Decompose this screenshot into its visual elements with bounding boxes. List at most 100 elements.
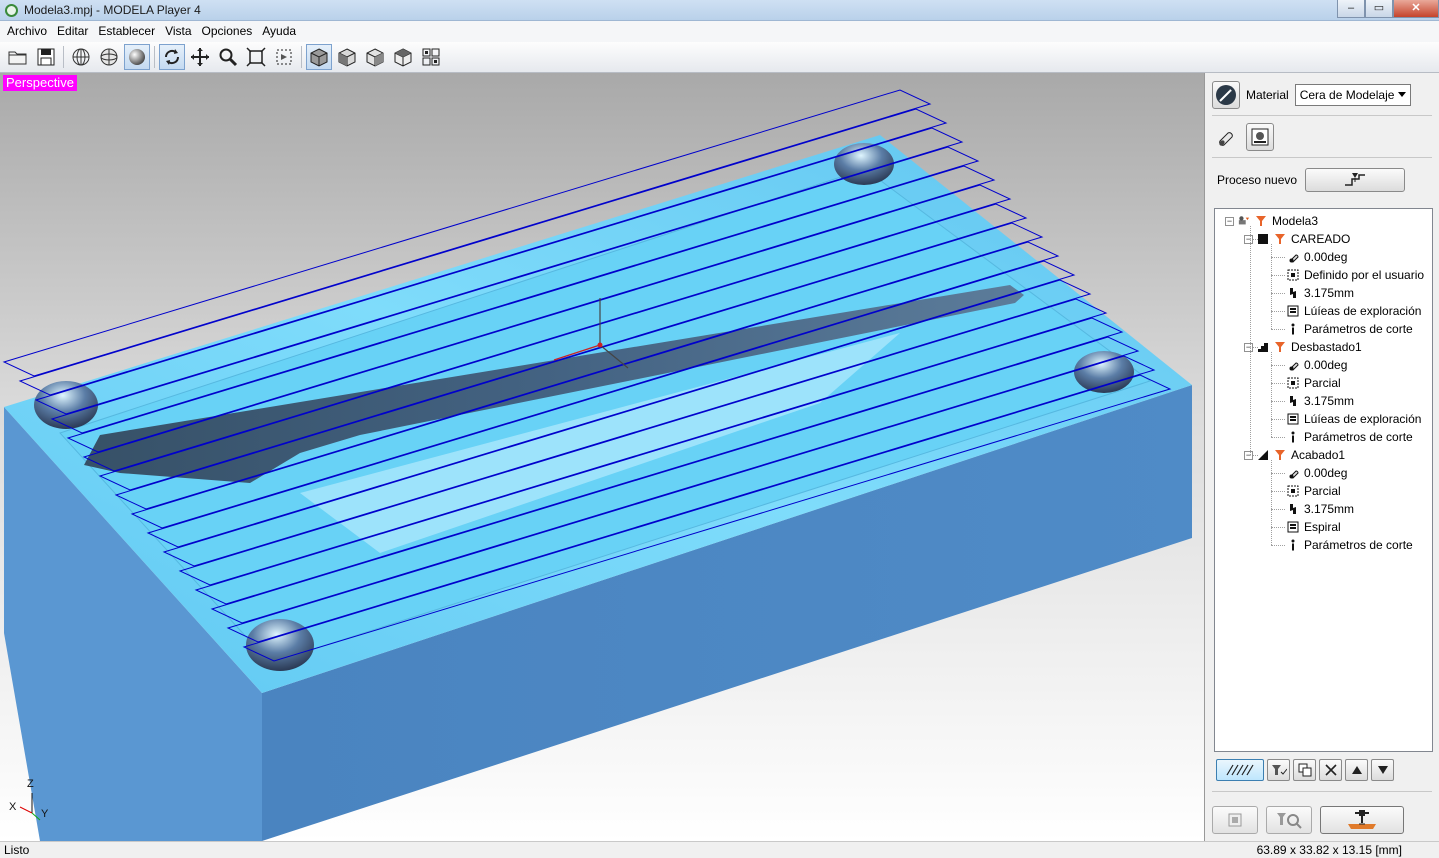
render-sphere-icon[interactable]: [124, 44, 150, 70]
material-row: Material Cera de Modelaje: [1212, 81, 1411, 109]
cylinder-icon[interactable]: [1212, 124, 1238, 150]
open-folder-icon[interactable]: [5, 44, 31, 70]
menu-editar[interactable]: Editar: [52, 21, 93, 42]
tool-icon: [1274, 341, 1286, 353]
menu-archivo[interactable]: Archivo: [2, 21, 52, 42]
tree-node-setting[interactable]: Parámetros de corte: [1287, 536, 1413, 554]
model-render[interactable]: Z X Y: [0, 73, 1205, 841]
menu-opciones[interactable]: Opciones: [197, 21, 258, 42]
tree-guide-line: [1271, 401, 1285, 402]
menu-ayuda[interactable]: Ayuda: [257, 21, 301, 42]
new-process-label: Proceso nuevo: [1217, 173, 1298, 187]
tree-node-setting[interactable]: Definido por el usuario: [1287, 266, 1424, 284]
menu-establecer[interactable]: Establecer: [93, 21, 160, 42]
view-top-icon[interactable]: [362, 44, 388, 70]
info-icon: [1287, 323, 1299, 335]
zoom-region-icon[interactable]: [271, 44, 297, 70]
tree-node-process[interactable]: − Acabado1: [1244, 446, 1345, 464]
corner-dome: [34, 381, 98, 429]
tree-node-label: Lúíeas de exploración: [1304, 412, 1422, 426]
tree-node-setting[interactable]: Parámetros de corte: [1287, 428, 1413, 446]
tree-node-setting[interactable]: 3.175mm: [1287, 392, 1354, 410]
zoom-icon[interactable]: [215, 44, 241, 70]
tree-node-setting[interactable]: 0.00deg: [1287, 248, 1347, 266]
window-title: Modela3.mpj - MODELA Player 4: [24, 3, 201, 17]
view-mode-label: Perspective: [3, 75, 77, 91]
preview-cut-button[interactable]: [1212, 806, 1258, 834]
tree-node-label: Modela3: [1272, 214, 1319, 228]
model-dimensions: 63.89 x 33.82 x 13.15 [mm]: [1256, 843, 1402, 857]
tree-node-setting[interactable]: Lúíeas de exploración: [1287, 302, 1421, 320]
tree-node-label: Espiral: [1304, 520, 1341, 534]
collapse-toggle[interactable]: −: [1225, 216, 1234, 226]
process-tree[interactable]: − Modela3 − CAREADO 0.00deg Definido por el u…: [1214, 208, 1433, 752]
menu-vista[interactable]: Vista: [160, 21, 196, 42]
tree-node-label: 0.00deg: [1304, 358, 1348, 372]
bit-icon: [1287, 395, 1299, 407]
tree-node-setting[interactable]: Espiral: [1287, 518, 1341, 536]
tree-node-setting[interactable]: Lúíeas de exploración: [1287, 410, 1421, 428]
wireframe-icon[interactable]: [68, 44, 94, 70]
new-process-button[interactable]: [1305, 168, 1405, 192]
tree-node-setting[interactable]: 3.175mm: [1287, 284, 1354, 302]
minimize-button[interactable]: ‒: [1337, 0, 1365, 18]
tree-node-label: Parámetros de corte: [1304, 322, 1413, 336]
finishing-icon: [1257, 449, 1269, 461]
info-icon: [1287, 431, 1299, 443]
tool-select-button[interactable]: [1212, 81, 1240, 109]
model-view-button[interactable]: [1246, 123, 1274, 151]
corner-dome: [1074, 351, 1134, 393]
simulate-button[interactable]: [1266, 806, 1312, 834]
rotate-icon[interactable]: [159, 44, 185, 70]
edit-process-button[interactable]: [1267, 759, 1290, 781]
pan-icon[interactable]: [187, 44, 213, 70]
area-icon: [1287, 377, 1299, 389]
tree-guide-line: [1271, 491, 1285, 492]
tree-node-root[interactable]: − Modela3: [1225, 212, 1318, 230]
origin-point: [597, 342, 603, 348]
triad-y-label: Y: [41, 808, 49, 820]
tree-node-setting[interactable]: 0.00deg: [1287, 464, 1347, 482]
area-icon: [1287, 269, 1299, 281]
tree-node-label: Parámetros de corte: [1304, 538, 1413, 552]
area-icon: [1287, 485, 1299, 497]
tree-node-label: 3.175mm: [1304, 394, 1355, 408]
tree-node-setting[interactable]: 3.175mm: [1287, 500, 1354, 518]
view-front-icon[interactable]: [334, 44, 360, 70]
surface-wire-icon[interactable]: [96, 44, 122, 70]
tree-node-process[interactable]: − Desbastado1: [1244, 338, 1362, 356]
view-iso-icon[interactable]: [306, 44, 332, 70]
copy-button[interactable]: [1293, 759, 1316, 781]
toolpath-preview-button[interactable]: [1216, 759, 1264, 781]
close-button[interactable]: ✕: [1393, 0, 1439, 18]
toolpath-icon: [1226, 764, 1254, 776]
triad-x-line: [19, 806, 33, 814]
tree-node-label: Lúíeas de exploración: [1304, 304, 1422, 318]
material-select[interactable]: Cera de Modelaje: [1294, 84, 1411, 106]
collapse-toggle[interactable]: −: [1244, 450, 1253, 460]
bit-icon: [1287, 287, 1299, 299]
tree-guide-line: [1271, 419, 1285, 420]
tree-node-setting[interactable]: Parcial: [1287, 482, 1341, 500]
move-down-button[interactable]: [1371, 759, 1394, 781]
tree-guide-line: [1271, 329, 1285, 330]
collapse-toggle[interactable]: −: [1244, 342, 1253, 352]
tree-node-setting[interactable]: Parámetros de corte: [1287, 320, 1413, 338]
tree-node-process[interactable]: − CAREADO: [1244, 230, 1350, 248]
perspective-viewport[interactable]: Z X Y Perspective: [0, 73, 1205, 841]
path-icon: [1287, 413, 1299, 425]
tree-node-setting[interactable]: 0.00deg: [1287, 356, 1347, 374]
divider: [1212, 791, 1432, 792]
angle-icon: [1287, 467, 1299, 479]
multi-view-icon[interactable]: [418, 44, 444, 70]
tree-node-setting[interactable]: Parcial: [1287, 374, 1341, 392]
cut-button[interactable]: [1320, 806, 1404, 834]
maximize-button[interactable]: ▭: [1365, 0, 1393, 18]
delete-button[interactable]: [1319, 759, 1342, 781]
zoom-fit-icon[interactable]: [243, 44, 269, 70]
view-side-icon[interactable]: [390, 44, 416, 70]
collapse-toggle[interactable]: −: [1244, 234, 1253, 244]
window-controls: ‒ ▭ ✕: [1337, 0, 1439, 18]
save-icon[interactable]: [33, 44, 59, 70]
move-up-button[interactable]: [1345, 759, 1368, 781]
